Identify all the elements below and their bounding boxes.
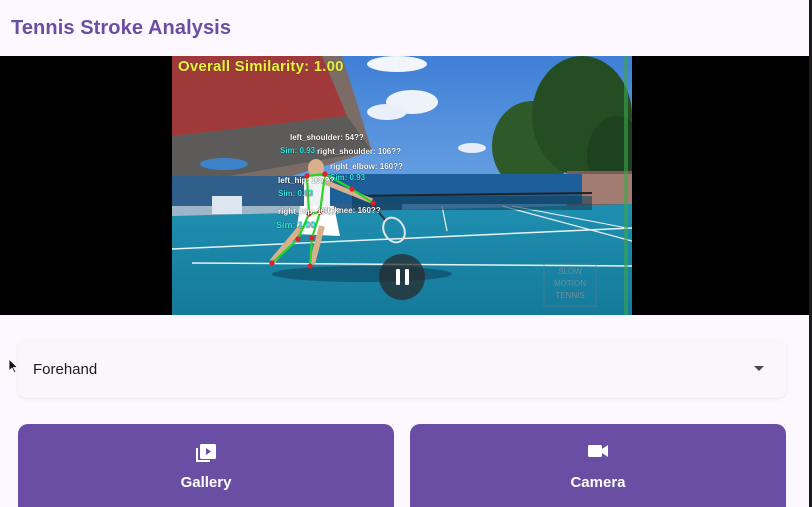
watermark-line-2: MOTION	[554, 279, 586, 288]
left-hip-angle-label: left_hip: 137??	[278, 176, 335, 185]
pause-icon-bar	[404, 269, 409, 285]
overall-similarity-text: Overall Similarity: 1.00	[178, 58, 344, 75]
similarity-label-a: Sim: 0.93	[280, 146, 316, 155]
right-elbow-angle-label: right_elbow: 160??	[330, 162, 403, 171]
camera-button[interactable]: Camera	[410, 424, 786, 507]
pause-button[interactable]	[379, 254, 425, 300]
gallery-label: Gallery	[180, 474, 232, 491]
right-shoulder-angle-label: right_shoulder: 106??	[317, 147, 402, 156]
video-player[interactable]: SLOW MOTION TENNIS Overall Similarity: 1…	[0, 56, 809, 315]
app-title: Tennis Stroke Analysis	[11, 16, 232, 39]
camera-label: Camera	[570, 474, 626, 491]
stroke-type-value: Forehand	[33, 360, 98, 378]
watermark-line-1: SLOW	[558, 267, 582, 276]
left-shoulder-angle-label: left_shoulder: 54??	[290, 133, 364, 142]
similarity-label-c: Sim: 0.93	[278, 189, 314, 198]
pause-icon	[395, 269, 400, 285]
video-library-icon	[195, 443, 217, 468]
mouse-pointer-icon	[8, 358, 19, 378]
stroke-type-dropdown[interactable]: Forehand	[18, 340, 786, 398]
videocam-icon	[587, 443, 609, 464]
app-bar: Tennis Stroke Analysis	[0, 0, 812, 56]
similarity-label-b: Sim: 0.93	[330, 173, 366, 182]
left-knee-angle-label: left_knee: 160??	[318, 206, 381, 215]
similarity-label-d: Sim: 1.00	[276, 220, 316, 230]
gallery-button[interactable]: Gallery	[18, 424, 394, 507]
dropdown-arrow-icon	[754, 366, 764, 371]
watermark-line-3: TENNIS	[555, 291, 584, 300]
